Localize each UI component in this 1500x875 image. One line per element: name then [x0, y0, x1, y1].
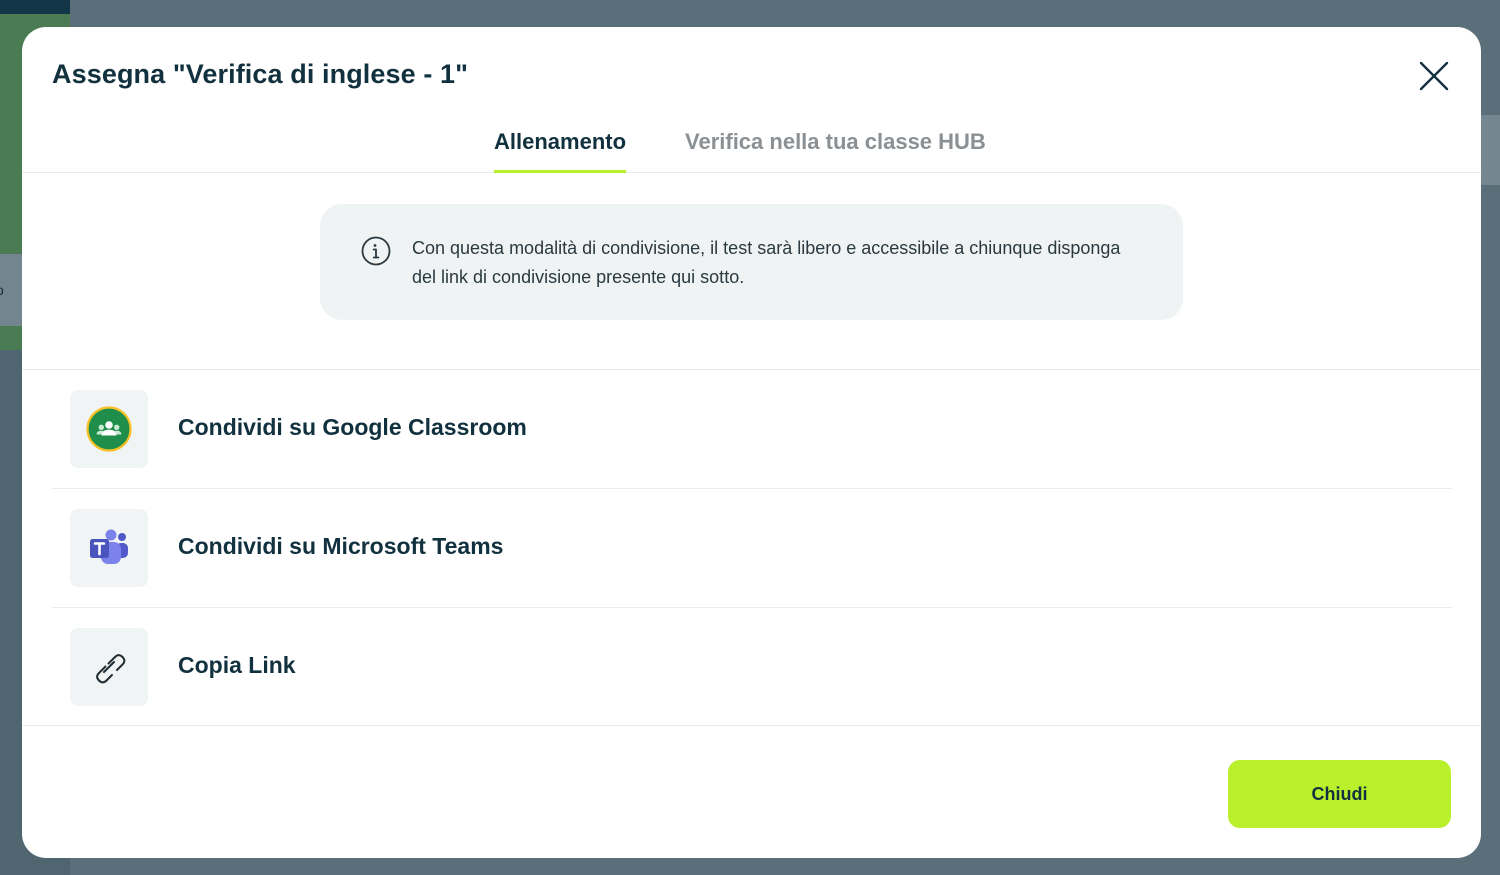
assign-modal: Assegna "Verifica di inglese - 1" Allena… [22, 27, 1481, 858]
info-banner: Con questa modalità di condivisione, il … [320, 204, 1183, 320]
share-icon-container [70, 628, 148, 706]
share-icon-container [70, 390, 148, 468]
tab-verifica-classe-hub[interactable]: Verifica nella tua classe HUB [685, 129, 986, 173]
share-microsoft-teams-button[interactable]: Condividi su Microsoft Teams [52, 488, 1452, 606]
google-classroom-icon [86, 406, 132, 452]
share-options-list: Condividi su Google Classroom Condividi … [22, 369, 1481, 726]
share-option-label: Condividi su Microsoft Teams [178, 533, 504, 559]
microsoft-teams-icon [90, 529, 128, 564]
link-icon [96, 654, 126, 684]
share-google-classroom-button[interactable]: Condividi su Google Classroom [52, 370, 1452, 488]
background-glyph: o [0, 282, 4, 298]
copy-link-button[interactable]: Copia Link [52, 607, 1452, 725]
share-option-label: Copia Link [178, 652, 296, 678]
tab-bar: Allenamento Verifica nella tua classe HU… [22, 117, 1481, 173]
info-text: Con questa modalità di condivisione, il … [412, 238, 1121, 287]
close-icon[interactable] [1419, 61, 1449, 91]
modal-title: Assegna "Verifica di inglese - 1" [52, 59, 469, 89]
info-icon [361, 236, 391, 266]
chiudi-button[interactable]: Chiudi [1228, 760, 1451, 828]
share-option-label: Condividi su Google Classroom [178, 414, 527, 440]
share-icon-container [70, 509, 148, 587]
background-header-block [0, 0, 70, 14]
tab-allenamento[interactable]: Allenamento [494, 129, 627, 173]
close-button[interactable] [1417, 59, 1451, 93]
